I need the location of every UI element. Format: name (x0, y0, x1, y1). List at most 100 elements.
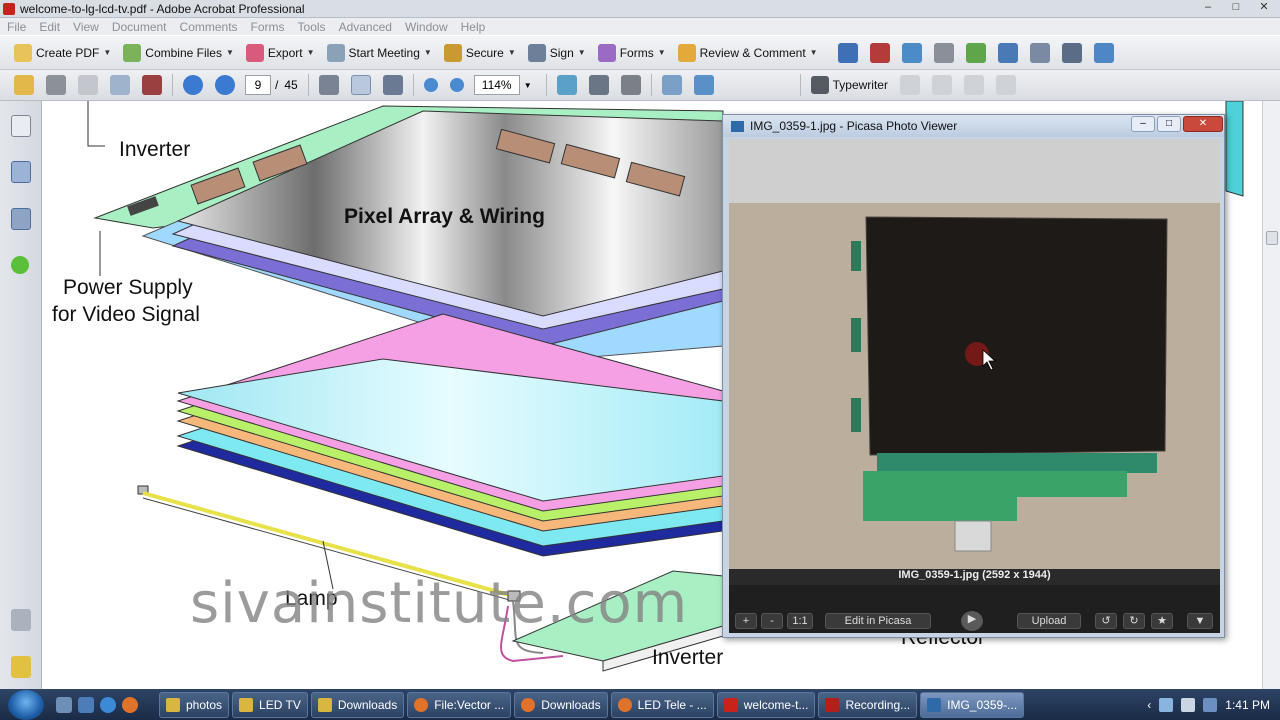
network-icon[interactable] (1159, 697, 1174, 712)
zoom-out-icon[interactable] (423, 78, 438, 92)
show-desktop-icon[interactable] (56, 696, 72, 713)
vertical-scrollbar[interactable] (1262, 101, 1280, 689)
label-power-supply-1: Power Supply (63, 276, 193, 299)
scroll-thumb[interactable] (1266, 231, 1278, 245)
picasa-close-button[interactable]: ✕ (1183, 116, 1223, 132)
crop-icon[interactable] (901, 42, 922, 63)
taskbar-item-acrobat[interactable]: welcome-t... (716, 691, 816, 718)
star-icon[interactable]: ★ (1151, 613, 1173, 629)
label-inverter-top: Inverter (119, 138, 190, 161)
start-button[interactable] (8, 689, 44, 720)
combine-files-button[interactable]: Combine Files ▼ (117, 41, 240, 65)
select-text-icon[interactable] (318, 75, 339, 95)
bookmarks-icon[interactable] (11, 161, 31, 183)
taskbar-item-photos[interactable]: photos (159, 691, 230, 718)
taskbar-item-led-tv[interactable]: LED TV (232, 691, 308, 718)
open-folder-icon[interactable] (14, 75, 34, 95)
taskbar-item-led-tele[interactable]: LED Tele - ... (610, 691, 714, 718)
zoom-in-icon[interactable] (449, 78, 464, 92)
forms-button[interactable]: Forms ▼ (592, 41, 672, 65)
edit-doc-icon[interactable] (1093, 42, 1114, 63)
review-comment-button[interactable]: Review & Comment ▼ (672, 41, 824, 65)
actual-size-button[interactable]: 1:1 (787, 613, 813, 629)
clock[interactable]: 1:41 PM (1225, 698, 1270, 712)
menu-comments[interactable]: Comments (173, 20, 244, 34)
attach-file-icon[interactable] (997, 42, 1018, 63)
select-arrow-icon[interactable] (837, 42, 858, 63)
taskbar-item-label: photos (186, 697, 223, 712)
close-button[interactable]: ✕ (1250, 0, 1278, 16)
typewriter-button[interactable]: Typewriter (805, 73, 894, 97)
menu-dropdown-icon[interactable]: ▼ (1187, 613, 1213, 629)
page-display-icon[interactable] (556, 75, 577, 95)
menu-edit[interactable]: Edit (32, 20, 66, 34)
zoom-level-input[interactable]: 114% (473, 75, 520, 95)
sound-icon[interactable] (1029, 42, 1050, 63)
menu-window[interactable]: Window (398, 20, 454, 34)
menu-document[interactable]: Document (105, 20, 173, 34)
audio-icon[interactable] (869, 42, 890, 63)
next-page-icon[interactable] (215, 75, 235, 95)
secure-button[interactable]: Secure ▼ (438, 41, 522, 65)
taskbar-item-picasa[interactable]: IMG_0359-... (920, 691, 1025, 718)
menu-help[interactable]: Help (454, 20, 492, 34)
rotate-left-icon[interactable]: ↺ (1095, 613, 1117, 629)
volume-icon[interactable] (1181, 697, 1196, 712)
line-spacing-down-icon[interactable] (963, 75, 984, 95)
create-pdf-button[interactable]: Create PDF ▼ (8, 41, 117, 65)
slideshow-play-icon[interactable]: ▶ (961, 611, 983, 631)
maximize-button[interactable]: □ (1222, 0, 1250, 16)
menu-forms[interactable]: Forms (244, 20, 291, 34)
text-field-icon[interactable] (1061, 42, 1082, 63)
text-size-up-icon[interactable] (931, 75, 952, 95)
link-icon[interactable] (933, 42, 954, 63)
taskbar-item-downloads-firefox[interactable]: Downloads (514, 691, 608, 718)
taskbar-item-file-vector[interactable]: File:Vector ... (407, 691, 512, 718)
print-icon[interactable] (46, 75, 66, 95)
firefox-icon[interactable] (122, 696, 138, 713)
snapshot-icon[interactable] (620, 75, 641, 95)
pages-icon[interactable] (11, 115, 31, 137)
fit-page-icon[interactable] (661, 75, 682, 95)
attachment-icon[interactable] (11, 609, 31, 631)
save-icon[interactable] (78, 75, 98, 95)
taskbar-item-recording[interactable]: Recording... (818, 691, 918, 718)
export-button[interactable]: Export ▼ (240, 41, 321, 65)
previous-page-icon[interactable] (183, 75, 203, 95)
edit-in-picasa-button[interactable]: Edit in Picasa (825, 613, 931, 629)
rotate-right-icon[interactable]: ↻ (1123, 613, 1145, 629)
line-spacing-up-icon[interactable] (995, 75, 1016, 95)
signatures-icon[interactable] (11, 208, 31, 230)
menu-advanced[interactable]: Advanced (332, 20, 398, 34)
zoom-in-button[interactable]: + (735, 613, 757, 629)
zoom-tool-icon[interactable] (382, 75, 403, 95)
zoom-out-button[interactable]: - (761, 613, 783, 629)
upload-button[interactable]: Upload (1017, 613, 1081, 629)
action-center-icon[interactable] (1203, 697, 1218, 712)
hand-tool-icon[interactable] (350, 75, 371, 95)
comments-icon[interactable] (11, 656, 31, 678)
tray-expand-icon[interactable]: ‹ (1147, 698, 1151, 712)
combine-files-icon (123, 43, 142, 62)
picasa-minimize-button[interactable]: – (1131, 116, 1155, 132)
stamp-icon[interactable] (588, 75, 609, 95)
sign-button[interactable]: Sign ▼ (522, 41, 592, 65)
globe-icon[interactable] (965, 42, 986, 63)
text-size-down-icon[interactable] (899, 75, 920, 95)
full-screen-icon[interactable] (693, 75, 714, 95)
picasa-maximize-button[interactable]: □ (1157, 116, 1181, 132)
page-number-input[interactable]: 9 (245, 75, 271, 95)
start-meeting-button[interactable]: Start Meeting ▼ (321, 41, 438, 65)
menu-view[interactable]: View (66, 20, 105, 34)
switch-windows-icon[interactable] (78, 696, 94, 713)
picasa-viewer-window[interactable]: IMG_0359-1.jpg - Picasa Photo Viewer – □… (722, 114, 1225, 638)
zoom-dropdown-icon[interactable]: ▼ (524, 81, 532, 90)
internet-explorer-icon[interactable] (100, 696, 116, 713)
menu-tools[interactable]: Tools (291, 20, 332, 34)
camera-icon[interactable] (142, 75, 162, 95)
help-icon[interactable] (11, 256, 29, 274)
menu-file[interactable]: File (0, 20, 32, 34)
minimize-button[interactable]: – (1194, 0, 1222, 16)
email-icon[interactable] (110, 75, 130, 95)
taskbar-item-downloads-folder[interactable]: Downloads (310, 691, 405, 718)
